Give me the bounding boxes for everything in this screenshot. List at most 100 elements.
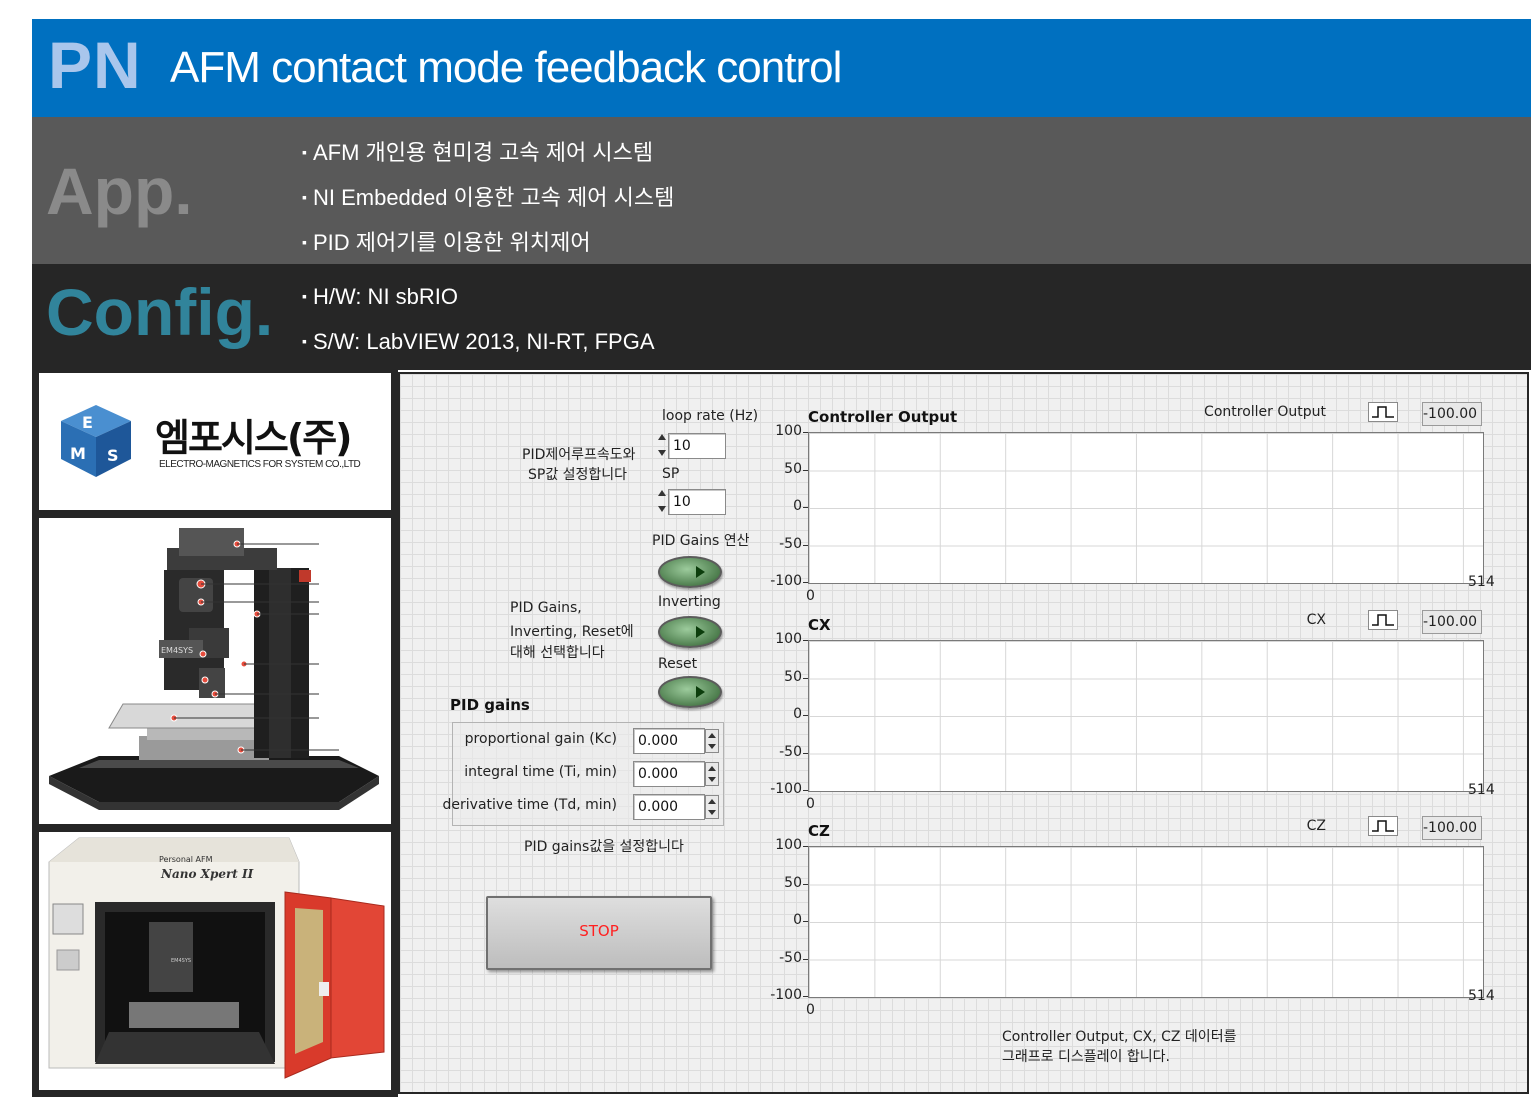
x-tick-label: 0 xyxy=(806,796,815,812)
y-tick-mark xyxy=(803,469,808,471)
labview-front-panel: loop rate (Hz) 10 SP 10 PID제어루프속도와 SP값 설… xyxy=(398,372,1529,1094)
inverting-button[interactable] xyxy=(658,616,722,648)
pid-gains-cluster: proportional gain (Kc) 0.000 integral ti… xyxy=(443,722,724,826)
y-tick-mark xyxy=(803,544,808,546)
gains-note: PID gains값을 설정합니다 xyxy=(524,839,684,855)
afm-enclosure-image: Personal AFM Nano Xpert II EM4SYS xyxy=(38,831,392,1091)
reset-label: Reset xyxy=(658,656,698,672)
y-tick-mark xyxy=(803,996,808,997)
integral-time-input[interactable]: 0.000 xyxy=(633,761,705,787)
derivative-time-input[interactable]: 0.000 xyxy=(633,794,705,820)
plot-legend-icon[interactable] xyxy=(1368,816,1398,836)
loop-rate-label: loop rate (Hz) xyxy=(662,408,759,424)
y-tick-label: -50 xyxy=(779,535,802,552)
chart-value-display: -100.00 xyxy=(1422,610,1482,634)
y-tick-mark xyxy=(803,958,808,960)
page-title: AFM contact mode feedback control xyxy=(170,43,842,92)
y-tick-mark xyxy=(803,921,808,922)
enclosure-label: Nano Xpert II xyxy=(160,867,254,881)
plot-legend-icon[interactable] xyxy=(1368,610,1398,630)
y-tick-mark xyxy=(803,640,808,641)
proportional-gain-stepper[interactable] xyxy=(705,729,719,753)
inverting-label: Inverting xyxy=(658,594,721,610)
y-tick-label: 50 xyxy=(784,668,802,685)
app-label: App. xyxy=(46,154,193,228)
x-tick-label: 514 xyxy=(1468,988,1495,1004)
sp-label: SP xyxy=(662,466,680,482)
plot-area[interactable] xyxy=(808,640,1484,792)
select-note: 대해 선택합니다 xyxy=(510,645,605,661)
y-tick-label: 0 xyxy=(793,498,802,514)
logo-name: 엠포시스(주) xyxy=(155,416,353,460)
y-tick-mark xyxy=(803,715,808,716)
x-tick-label: 0 xyxy=(806,1002,815,1018)
chart-legend-label: Controller Output xyxy=(1204,404,1326,420)
app-bullet: NI Embedded 이용한 고속 제어 시스템 xyxy=(302,180,674,212)
y-tick-mark xyxy=(803,507,808,508)
logo-letter: S xyxy=(107,446,119,465)
app-bullet: AFM 개인용 현미경 고속 제어 시스템 xyxy=(302,135,653,167)
y-tick-label: 100 xyxy=(775,631,802,647)
plot-area[interactable] xyxy=(808,432,1484,584)
gain-label-td: derivative time (Td, min) xyxy=(442,797,617,813)
gain-label-ti: integral time (Ti, min) xyxy=(464,764,617,780)
stop-button[interactable]: STOP xyxy=(486,896,712,970)
loop-rate-input[interactable]: 10 xyxy=(668,433,726,459)
stop-label: STOP xyxy=(579,922,619,940)
y-tick-mark xyxy=(803,883,808,885)
x-tick-label: 514 xyxy=(1468,782,1495,798)
y-tick-mark xyxy=(803,582,808,583)
device-label: EM4SYS xyxy=(161,646,193,655)
ems-logo-icon: E M S xyxy=(61,405,131,477)
config-section: Config. H/W: NI sbRIO S/W: LabVIEW 2013,… xyxy=(32,264,1531,370)
reset-button[interactable] xyxy=(658,676,722,708)
chart-title: CZ xyxy=(808,822,830,840)
gain-label-kc: proportional gain (Kc) xyxy=(464,731,617,747)
select-note: PID Gains, xyxy=(510,600,582,616)
loop-note: SP값 설정합니다 xyxy=(528,467,628,483)
pid-compute-button[interactable] xyxy=(658,556,722,588)
y-tick-label: 100 xyxy=(775,837,802,853)
app-bullet: PID 제어기를 이용한 위치제어 xyxy=(302,225,591,257)
afm-enclosure-illustration: Personal AFM Nano Xpert II EM4SYS xyxy=(48,837,385,1079)
x-tick-label: 0 xyxy=(806,588,815,604)
derivative-time-stepper[interactable] xyxy=(705,795,719,819)
logo-subtitle: ELECTRO-MAGNETICS FOR SYSTEM CO.,LTD xyxy=(159,459,361,470)
y-tick-label: -100 xyxy=(770,573,802,589)
y-tick-mark xyxy=(803,677,808,679)
loop-rate-spinner[interactable] xyxy=(658,434,666,456)
app-section: App. AFM 개인용 현미경 고속 제어 시스템 NI Embedded 이… xyxy=(32,117,1531,264)
sp-spinner[interactable] xyxy=(658,490,666,512)
config-bullet: S/W: LabVIEW 2013, NI-RT, FPGA xyxy=(302,329,655,355)
y-tick-label: 0 xyxy=(793,706,802,722)
display-note: 그래프로 디스플레이 합니다. xyxy=(1002,1049,1170,1065)
y-tick-label: 50 xyxy=(784,460,802,477)
company-logo: E M S 엠포시스(주) ELECTRO-MAGNETICS FOR SYST… xyxy=(38,372,392,511)
y-tick-mark xyxy=(803,432,808,433)
header-bar: PN AFM contact mode feedback control xyxy=(32,19,1531,117)
sp-input[interactable]: 10 xyxy=(668,489,726,515)
plot-legend-icon[interactable] xyxy=(1368,402,1398,422)
y-tick-label: -100 xyxy=(770,781,802,797)
enclosure-label: Personal AFM xyxy=(159,855,213,864)
y-tick-label: 50 xyxy=(784,874,802,891)
select-note: Inverting, Reset에 xyxy=(510,624,634,640)
plot-area[interactable] xyxy=(808,846,1484,998)
y-tick-label: -50 xyxy=(779,949,802,966)
display-note: Controller Output, CX, CZ 데이터를 xyxy=(1002,1029,1237,1045)
chart-legend-label: CX xyxy=(1306,612,1326,628)
y-tick-label: 100 xyxy=(775,423,802,439)
chart-title: CX xyxy=(808,616,831,634)
x-tick-label: 514 xyxy=(1468,574,1495,590)
chart-title: Controller Output xyxy=(808,408,958,426)
chart-value-display: -100.00 xyxy=(1422,402,1482,426)
pid-gains-title: PID gains xyxy=(450,696,530,714)
config-label: Config. xyxy=(46,275,274,349)
enclosure-small-label: EM4SYS xyxy=(171,958,191,964)
y-tick-mark xyxy=(803,846,808,847)
integral-time-stepper[interactable] xyxy=(705,762,719,786)
proportional-gain-input[interactable]: 0.000 xyxy=(633,728,705,754)
header-code: PN xyxy=(48,28,142,102)
chart-legend-label: CZ xyxy=(1306,818,1326,834)
y-tick-label: -50 xyxy=(779,743,802,760)
